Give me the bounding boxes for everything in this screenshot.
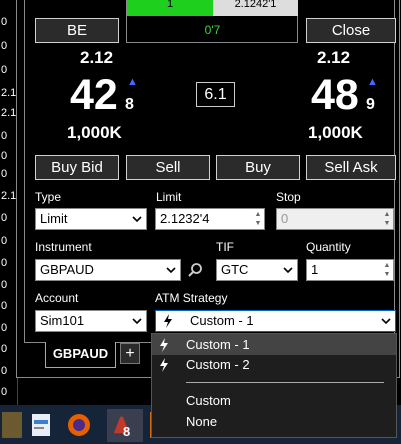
dropdown-option-label: None (186, 414, 218, 429)
dropdown-option-label: Custom - 1 (186, 337, 250, 352)
close-button[interactable]: Close (306, 18, 396, 43)
lightning-icon (160, 358, 168, 372)
strip-value: 0 (1, 343, 8, 355)
strip-value: 0 (1, 64, 8, 76)
instrument-select[interactable]: GBPAUD (35, 259, 181, 281)
average-price: 2.1242'1 (213, 0, 298, 16)
position-quantity: 1 (127, 0, 213, 16)
dropdown-separator (186, 382, 384, 383)
tif-select[interactable]: GTC (216, 259, 298, 281)
dropdown-option-custom-1[interactable]: Custom - 1 (152, 334, 396, 355)
instrument-label: Instrument (35, 240, 92, 254)
type-select[interactable]: Limit (35, 208, 147, 230)
strip-value: 0 (1, 212, 8, 224)
strip-value: 0 (1, 168, 8, 180)
buy-bid-button[interactable]: Buy Bid (35, 155, 119, 180)
ask-price-big: 48 (311, 71, 359, 119)
bid-pip: 8 (125, 96, 134, 113)
account-select[interactable]: Sim101 (35, 310, 147, 332)
dropdown-option-custom[interactable]: Custom (152, 390, 396, 411)
breakeven-button[interactable]: BE (35, 18, 119, 43)
unrealized-pnl: 0'7 (204, 23, 221, 37)
strip-value: 0 (1, 300, 8, 312)
type-label: Type (35, 190, 62, 204)
dropdown-option-label: Custom (186, 393, 231, 408)
instrument-value: GBPAUD (40, 262, 94, 277)
stop-label: Stop (276, 190, 301, 204)
stop-price-field: 0 ▲ ▼ (276, 208, 394, 230)
strip-value: 2.1 (1, 107, 17, 119)
chevron-down-icon (283, 267, 293, 274)
chevron-down-icon (132, 216, 142, 223)
add-tab-button[interactable]: + (120, 343, 140, 364)
account-value: Sim101 (40, 313, 85, 328)
position-display: 1 2.1242'1 0'7 (126, 0, 298, 43)
strip-value: 0 (1, 322, 8, 334)
strip-value: 0 (1, 130, 8, 142)
dropdown-option-none[interactable]: None (152, 411, 396, 432)
stop-spinner: ▲ ▼ (383, 211, 391, 227)
firefox-icon[interactable] (66, 412, 92, 438)
strip-value: 0 (1, 16, 8, 28)
document-app-icon[interactable] (29, 412, 55, 438)
tif-label: TIF (216, 240, 234, 254)
quantity-field[interactable]: 1 ▲ ▼ (306, 259, 394, 281)
type-value: Limit (40, 211, 68, 226)
strip-value: 2.1 (1, 190, 17, 202)
strip-value: 0 (1, 40, 8, 52)
chevron-down-icon (166, 267, 176, 274)
bid-price-prefix: 2.12 (80, 48, 114, 67)
dropdown-option-label: Custom - 2 (186, 357, 250, 372)
up-arrow-icon: ▲ (367, 76, 378, 88)
ask-pip: 9 (366, 96, 375, 113)
atm-strategy-label: ATM Strategy (155, 291, 228, 305)
ask-price-prefix: 2.12 (317, 48, 351, 67)
atm-strategy-value: Custom - 1 (190, 313, 254, 328)
bid-price-big: 42 (70, 71, 118, 119)
search-icon[interactable] (187, 262, 203, 278)
quantity-spinner[interactable]: ▲ ▼ (382, 261, 392, 279)
chevron-down-icon (132, 318, 142, 325)
strip-value: 0 (1, 279, 8, 291)
dropdown-option-custom-2[interactable]: Custom - 2 (152, 354, 396, 375)
up-arrow-icon: ▲ (127, 76, 138, 88)
strip-value: 0 (1, 365, 8, 377)
tif-value: GTC (221, 262, 249, 277)
atm-strategy-dropdown: Custom - 1 Custom - 2 Custom None (151, 333, 397, 438)
quantity-label: Quantity (306, 240, 351, 254)
strip-value: 0 (1, 386, 8, 398)
lightning-icon (164, 314, 172, 328)
quantity-value: 1 (311, 262, 319, 277)
lightning-icon (160, 338, 168, 352)
limit-label: Limit (156, 190, 182, 204)
window-count-badge: 8 (123, 424, 131, 439)
spread-display: 6.1 (196, 82, 235, 107)
sell-ask-button[interactable]: Sell Ask (306, 155, 396, 180)
tab-gbpaud[interactable]: GBPAUD (45, 342, 116, 368)
ninjatrader-taskbar-button[interactable]: 8 (107, 409, 143, 442)
limit-price-value: 2.1232'4 (160, 211, 210, 226)
ask-size: 1,000K (308, 123, 363, 142)
strip-value: 2.1 (1, 87, 17, 99)
stop-price-value: 0 (281, 211, 289, 226)
strip-value: 0 (1, 235, 8, 247)
bid-size: 1,000K (67, 123, 122, 142)
folder-icon[interactable] (2, 412, 22, 438)
strip-value: 0 (1, 150, 8, 162)
limit-spinner[interactable]: ▲ ▼ (253, 210, 263, 228)
strip-value: 0 (1, 257, 8, 269)
chevron-down-icon (381, 318, 391, 325)
buy-button[interactable]: Buy (216, 155, 300, 180)
sell-button[interactable]: Sell (126, 155, 210, 180)
atm-strategy-select[interactable]: Custom - 1 (155, 310, 396, 332)
account-label: Account (35, 291, 79, 305)
limit-price-field[interactable]: 2.1232'4 ▲ ▼ (155, 208, 265, 230)
